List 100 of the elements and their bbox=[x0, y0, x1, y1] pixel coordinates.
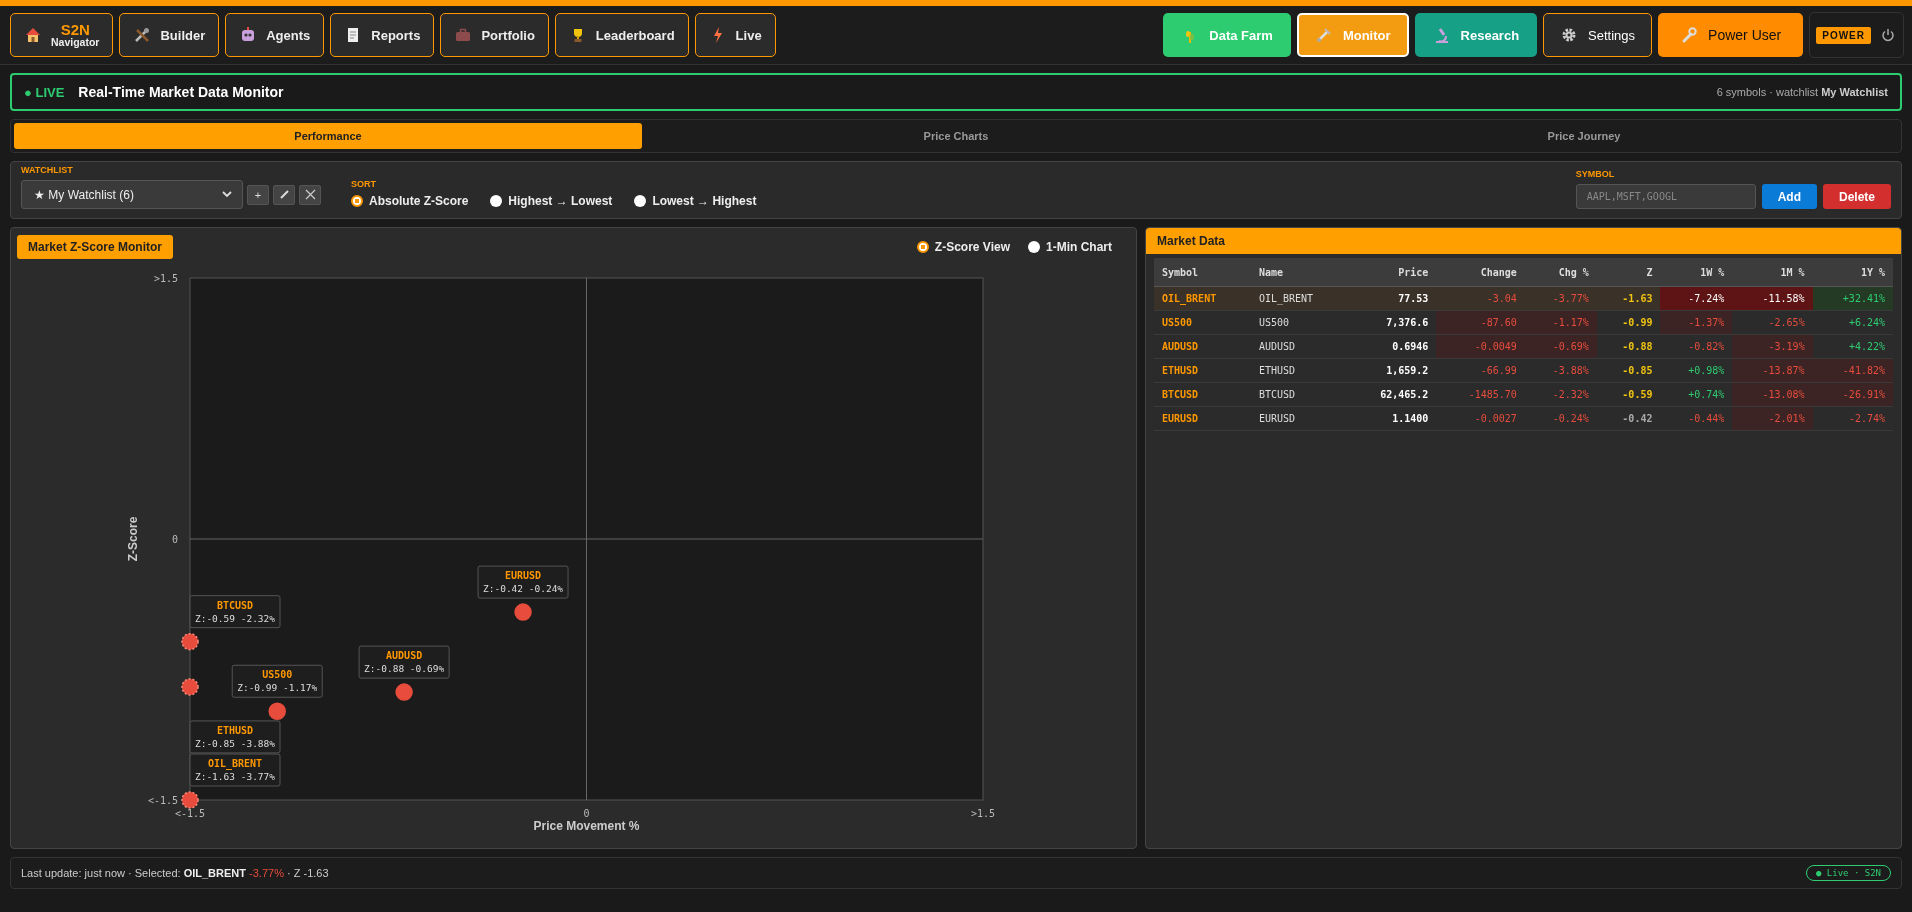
nav-button[interactable]: Live bbox=[694, 13, 776, 57]
tab[interactable]: Performance bbox=[14, 123, 642, 149]
table-cell: -3.88% bbox=[1524, 358, 1597, 383]
point-label: BTCUSD Z:-0.59 -2.32% bbox=[189, 595, 281, 629]
mode-badge: POWER bbox=[1816, 26, 1871, 44]
table-cell: -1.37% bbox=[1660, 310, 1733, 335]
table-cell: +6.24% bbox=[1812, 310, 1893, 335]
sort-option[interactable]: Absolute Z-Score bbox=[351, 194, 469, 208]
table-cell: -0.59 bbox=[1596, 382, 1661, 407]
satellite-icon bbox=[1314, 26, 1333, 44]
table-cell: EURUSD bbox=[1154, 406, 1251, 431]
nav-button[interactable]: Settings bbox=[1543, 13, 1653, 57]
table-cell: ETHUSD bbox=[1154, 358, 1251, 383]
nav-button[interactable]: Builder bbox=[119, 13, 220, 57]
axis-tick-label: >1.5 bbox=[970, 808, 996, 819]
live-indicator: ● LIVE bbox=[24, 84, 65, 100]
watchlist-dropdown[interactable]: ★ My Watchlist (6) bbox=[21, 180, 243, 209]
table-cell: BTCUSD bbox=[1250, 382, 1348, 407]
table-cell: -1485.70 bbox=[1436, 382, 1525, 407]
briefcase-icon bbox=[454, 26, 473, 44]
table-cell: -13.87% bbox=[1732, 358, 1813, 383]
data-point[interactable] bbox=[395, 683, 413, 701]
column-header: Name bbox=[1250, 258, 1348, 287]
table-cell: -0.85 bbox=[1596, 358, 1661, 383]
data-point[interactable] bbox=[268, 702, 286, 720]
data-point[interactable] bbox=[181, 791, 199, 809]
table-cell: -0.0049 bbox=[1436, 334, 1525, 359]
table-cell: -0.88 bbox=[1596, 334, 1661, 359]
nav-button[interactable]: Portfolio bbox=[440, 13, 549, 57]
nav-button[interactable]: Power User bbox=[1658, 13, 1804, 57]
axis-tick-label: <-1.5 bbox=[147, 795, 178, 806]
table-cell: AUDUSD bbox=[1250, 334, 1348, 359]
delete-watchlist-button[interactable] bbox=[299, 184, 321, 205]
table-cell: -13.08% bbox=[1732, 382, 1813, 407]
table-cell: US500 bbox=[1154, 310, 1251, 335]
delete-button[interactable]: Delete bbox=[1822, 184, 1891, 209]
column-header: Symbol bbox=[1154, 258, 1251, 287]
table-cell: AUDUSD bbox=[1154, 334, 1251, 359]
tools-icon bbox=[133, 26, 152, 44]
axis-tick-label: 0 bbox=[171, 534, 178, 545]
table-cell: -2.01% bbox=[1732, 406, 1813, 431]
column-header: Price bbox=[1347, 258, 1437, 287]
view-option[interactable]: Z-Score View bbox=[916, 240, 1010, 254]
axis-title: Z-Score bbox=[126, 516, 140, 562]
table-cell: -66.99 bbox=[1436, 358, 1525, 383]
watchlist-summary: 6 symbols · watchlist My Watchlist bbox=[1716, 86, 1888, 98]
table-cell: +4.22% bbox=[1812, 334, 1893, 359]
panel-title: Market Data bbox=[1146, 228, 1901, 254]
axis-tick-label: >1.5 bbox=[153, 273, 178, 284]
nav-button[interactable]: Reports bbox=[330, 13, 435, 57]
table-cell: EURUSD bbox=[1250, 406, 1348, 431]
table-cell: -3.04 bbox=[1436, 286, 1525, 311]
wrench-icon bbox=[1680, 26, 1699, 44]
view-option[interactable]: 1-Min Chart bbox=[1028, 240, 1112, 254]
column-header: 1M % bbox=[1732, 258, 1813, 287]
table-cell: OIL_BRENT bbox=[1154, 286, 1251, 311]
table-cell: 1.1400 bbox=[1347, 406, 1437, 431]
nav-button[interactable]: Agents bbox=[225, 13, 325, 57]
table-cell: -11.58% bbox=[1732, 286, 1813, 311]
panel-title: Market Z-Score Monitor bbox=[17, 235, 173, 259]
field-label: SORT bbox=[351, 179, 377, 189]
pencil-icon bbox=[278, 189, 290, 200]
table-cell: 1,659.2 bbox=[1347, 358, 1437, 383]
table-cell: 62,465.2 bbox=[1347, 382, 1437, 407]
column-header: 1Y % bbox=[1812, 258, 1893, 287]
house-icon bbox=[24, 26, 42, 44]
edit-watchlist-button[interactable] bbox=[273, 184, 295, 205]
point-label: OIL_BRENT Z:-1.63 -3.77% bbox=[189, 753, 281, 787]
symbol-input[interactable]: AAPL,MSFT,GOOGL bbox=[1575, 184, 1756, 209]
point-label: ETHUSD Z:-0.85 -3.88% bbox=[189, 720, 281, 754]
data-point[interactable] bbox=[514, 603, 532, 621]
table-cell: -87.60 bbox=[1436, 310, 1525, 335]
power-icon[interactable] bbox=[1881, 28, 1895, 42]
chevron-down-icon bbox=[222, 191, 232, 198]
page-title: Real-Time Market Data Monitor bbox=[78, 84, 284, 100]
table-cell: -0.42 bbox=[1596, 406, 1661, 431]
axis-tick-label: 0 bbox=[583, 808, 590, 819]
table-cell: OIL_BRENT bbox=[1250, 286, 1348, 311]
axis-tick-label: <-1.5 bbox=[174, 808, 206, 819]
nav-button[interactable]: S2N Navigator bbox=[10, 13, 114, 57]
table-cell: US500 bbox=[1250, 310, 1348, 335]
column-header: Chg % bbox=[1524, 258, 1597, 287]
data-point[interactable] bbox=[181, 632, 199, 651]
sort-option[interactable]: Lowest → Highest bbox=[634, 194, 757, 208]
status-text: Last update: just now · Selected: OIL_BRENT -3.77% · Z -1.63 bbox=[21, 867, 329, 879]
column-header: Change bbox=[1436, 258, 1525, 287]
table-cell: BTCUSD bbox=[1154, 382, 1251, 407]
data-point[interactable] bbox=[181, 678, 199, 696]
sort-option[interactable]: Highest → Lowest bbox=[490, 194, 613, 208]
add-button[interactable]: Add bbox=[1761, 184, 1817, 209]
nav-button[interactable]: Leaderboard bbox=[554, 13, 689, 57]
point-label: AUDUSD Z:-0.88 -0.69% bbox=[358, 645, 450, 679]
table-cell: -0.24% bbox=[1524, 406, 1597, 431]
table-cell: -2.65% bbox=[1732, 310, 1813, 335]
column-header: 1W % bbox=[1660, 258, 1733, 287]
tab[interactable]: Price Charts bbox=[642, 123, 1270, 149]
table-cell: -2.32% bbox=[1524, 382, 1597, 407]
add-watchlist-button[interactable]: + bbox=[247, 184, 269, 205]
tab[interactable]: Price Journey bbox=[1270, 123, 1898, 149]
field-label: SYMBOL bbox=[1575, 169, 1616, 179]
